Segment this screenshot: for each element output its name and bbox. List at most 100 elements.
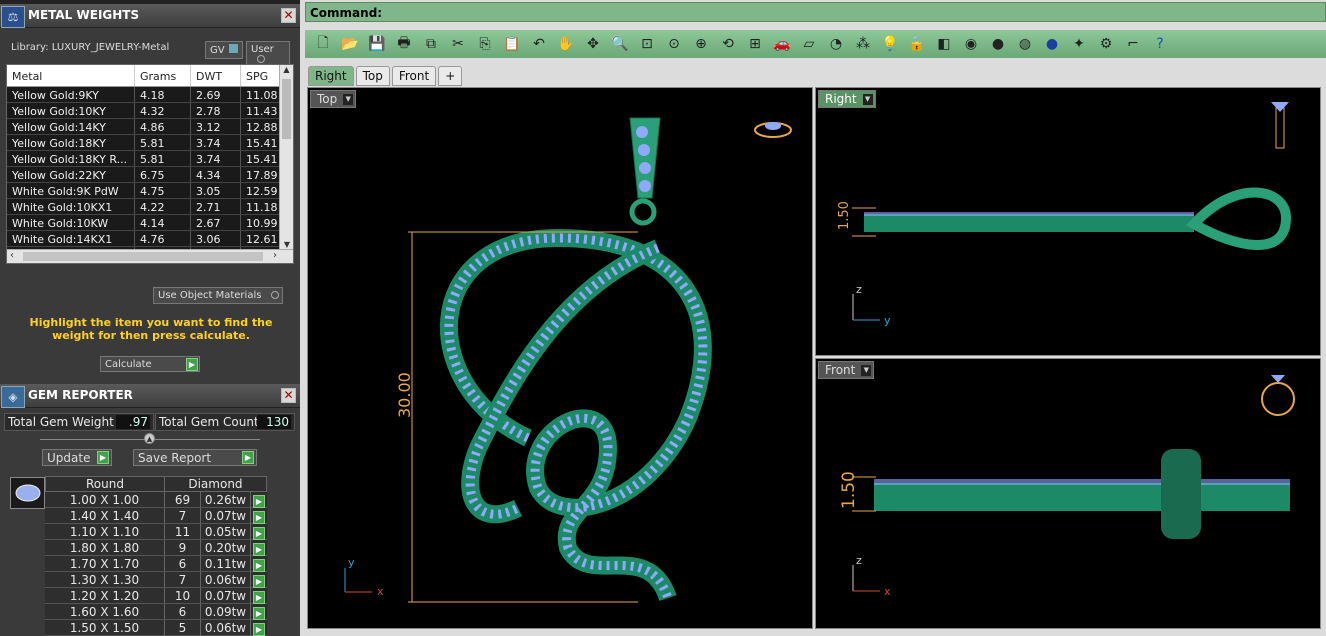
gem-row-action[interactable]: ▶: [251, 620, 267, 636]
metal-table-row[interactable]: Yellow Gold:10KY 4.32 2.78 11.43: [7, 103, 293, 119]
zoom-window-icon[interactable]: ⊡: [635, 33, 659, 55]
scroll-right-icon[interactable]: ›: [273, 250, 277, 261]
snap-icon[interactable]: ⌐: [1121, 33, 1145, 55]
col-dwt[interactable]: DWT: [191, 65, 241, 86]
metal-table-row[interactable]: Yellow Gold:22KY 6.75 4.34 17.89: [7, 167, 293, 183]
gem-table-row[interactable]: 1.30 X 1.30 7 0.06tw ▶: [45, 572, 267, 588]
command-bar[interactable]: Command:: [305, 2, 1326, 22]
zoom-selected-icon[interactable]: ⊕: [689, 33, 713, 55]
settings-gear-icon[interactable]: ⚙: [1094, 33, 1118, 55]
color-wheel-icon[interactable]: ◉: [959, 33, 983, 55]
gem-rows: 1.00 X 1.00 69 0.26tw ▶ 1.40 X 1.40 7 0.07tw ▶ 1…: [45, 492, 267, 636]
save-report-button[interactable]: Save Report ▶: [133, 449, 257, 466]
metal-scrollbar-vertical[interactable]: ▲ ▼: [279, 65, 293, 249]
close-icon[interactable]: ✕: [281, 388, 296, 403]
gem-row-action[interactable]: ▶: [251, 556, 267, 572]
gem-row-action[interactable]: ▶: [251, 508, 267, 524]
metal-table-row[interactable]: Yellow Gold:14KY 4.86 3.12 12.88: [7, 119, 293, 135]
col-spg[interactable]: SPG: [241, 65, 281, 86]
play-icon[interactable]: ▶: [253, 543, 265, 556]
layers-icon[interactable]: ◧: [932, 33, 956, 55]
slider-handle[interactable]: ▲: [144, 433, 155, 444]
gem-table-row[interactable]: 1.80 X 1.80 9 0.20tw ▶: [45, 540, 267, 556]
play-icon[interactable]: ▶: [253, 607, 265, 620]
gem-table-row[interactable]: 1.40 X 1.40 7 0.07tw ▶: [45, 508, 267, 524]
analyze-icon[interactable]: ◔: [824, 33, 848, 55]
col-grams[interactable]: Grams: [135, 65, 191, 86]
points-icon[interactable]: ⁂: [851, 33, 875, 55]
scroll-up-icon[interactable]: ▲: [280, 65, 293, 79]
save-icon[interactable]: 💾: [365, 33, 389, 55]
metal-table-row[interactable]: White Gold:10KX1 4.22 2.71 11.18: [7, 199, 293, 215]
gem-table-row[interactable]: 1.10 X 1.10 11 0.05tw ▶: [45, 524, 267, 540]
tab-top[interactable]: Top: [355, 66, 390, 86]
play-icon[interactable]: ▶: [253, 511, 265, 524]
scroll-down-icon[interactable]: ▼: [280, 240, 293, 249]
light-bulb-icon[interactable]: 💡: [878, 33, 902, 55]
gem-row-action[interactable]: ▶: [251, 588, 267, 604]
close-icon[interactable]: ✕: [281, 8, 296, 23]
rendered-sphere-icon[interactable]: ◍: [1013, 33, 1037, 55]
metal-table-row[interactable]: Yellow Gold:9KY 4.18 2.69 11.08: [7, 87, 293, 103]
blue-sphere-icon[interactable]: ●: [1040, 33, 1064, 55]
metal-table-row[interactable]: Yellow Gold:18KY R... 5.81 3.74 15.41: [7, 151, 293, 167]
open-folder-icon[interactable]: 📂: [338, 33, 362, 55]
viewport-front[interactable]: Front ▼ 1.50 z x: [815, 358, 1321, 629]
play-icon[interactable]: ▶: [253, 559, 265, 572]
gem-row-action[interactable]: ▶: [251, 604, 267, 620]
gv-toggle[interactable]: GV: [205, 41, 243, 59]
car-icon[interactable]: 🚗: [770, 33, 794, 55]
zoom-icon[interactable]: 🔍: [608, 33, 632, 55]
metal-table-row[interactable]: White Gold:10KW 4.14 2.67 10.99: [7, 215, 293, 231]
undo-view-icon[interactable]: ⟲: [716, 33, 740, 55]
scroll-left-icon[interactable]: ‹: [10, 250, 14, 261]
help-icon[interactable]: ?: [1148, 33, 1172, 55]
gem-table-row[interactable]: 1.60 X 1.60 6 0.09tw ▶: [45, 604, 267, 620]
metal-scrollbar-horizontal[interactable]: ‹ ›: [7, 249, 293, 263]
play-icon[interactable]: ▶: [253, 575, 265, 588]
gem-table-row[interactable]: 1.20 X 1.20 10 0.07tw ▶: [45, 588, 267, 604]
update-button[interactable]: Update ▶: [42, 449, 112, 466]
scroll-thumb[interactable]: [282, 79, 291, 139]
lock-icon[interactable]: 🔒: [905, 33, 929, 55]
metal-table-row[interactable]: White Gold:14KX1 4.76 3.06 12.61: [7, 231, 293, 247]
undo-icon[interactable]: ↶: [527, 33, 551, 55]
tab-front[interactable]: Front: [391, 66, 437, 86]
play-icon[interactable]: ▶: [253, 591, 265, 604]
gem-row-action[interactable]: ▶: [251, 524, 267, 540]
plane-icon[interactable]: ▱: [797, 33, 821, 55]
tab-right[interactable]: Right: [308, 66, 354, 86]
play-icon[interactable]: ▶: [253, 623, 265, 636]
pan-hand-icon[interactable]: ✋: [554, 33, 578, 55]
new-file-icon[interactable]: 🗋: [311, 33, 335, 55]
calculate-button[interactable]: Calculate ▶: [100, 356, 200, 372]
gem-row-action[interactable]: ▶: [251, 540, 267, 556]
col-metal[interactable]: Metal: [7, 65, 135, 86]
rotate-view-icon[interactable]: ✥: [581, 33, 605, 55]
play-icon[interactable]: ▶: [253, 527, 265, 540]
gem-table-row[interactable]: 1.00 X 1.00 69 0.26tw ▶: [45, 492, 267, 508]
metal-table-row[interactable]: White Gold:9K PdW 4.75 3.05 12.59: [7, 183, 293, 199]
hscroll-thumb[interactable]: [23, 252, 263, 261]
gem-table-row[interactable]: 1.50 X 1.50 5 0.06tw ▶: [45, 620, 267, 636]
cut-icon[interactable]: ✂: [446, 33, 470, 55]
wand-icon[interactable]: ✦: [1067, 33, 1091, 55]
gem-row-action[interactable]: ▶: [251, 492, 267, 508]
four-views-icon[interactable]: ⊞: [743, 33, 767, 55]
add-tab-button[interactable]: +: [438, 66, 463, 86]
paste-icon[interactable]: 📋: [500, 33, 524, 55]
gem-row-action[interactable]: ▶: [251, 572, 267, 588]
pendant-top-view: 30.00 y x: [344, 117, 792, 603]
export-icon[interactable]: ⧉: [419, 33, 443, 55]
use-object-materials-toggle[interactable]: Use Object Materials: [153, 287, 283, 304]
zoom-extents-icon[interactable]: ⊙: [662, 33, 686, 55]
metal-table-row[interactable]: Yellow Gold:18KY 5.81 3.74 15.41: [7, 135, 293, 151]
shaded-sphere-icon[interactable]: ●: [986, 33, 1010, 55]
viewport-right[interactable]: Right ▼ 1.50 z y: [815, 87, 1321, 356]
copy-icon[interactable]: ⎘: [473, 33, 497, 55]
gem-table-row[interactable]: 1.70 X 1.70 6 0.11tw ▶: [45, 556, 267, 572]
print-icon[interactable]: 🖶: [392, 33, 416, 55]
metal-table-cell: 12.88: [241, 119, 281, 134]
play-icon[interactable]: ▶: [253, 495, 265, 508]
viewport-top[interactable]: Top ▼ 30.00 y x: [307, 87, 813, 629]
